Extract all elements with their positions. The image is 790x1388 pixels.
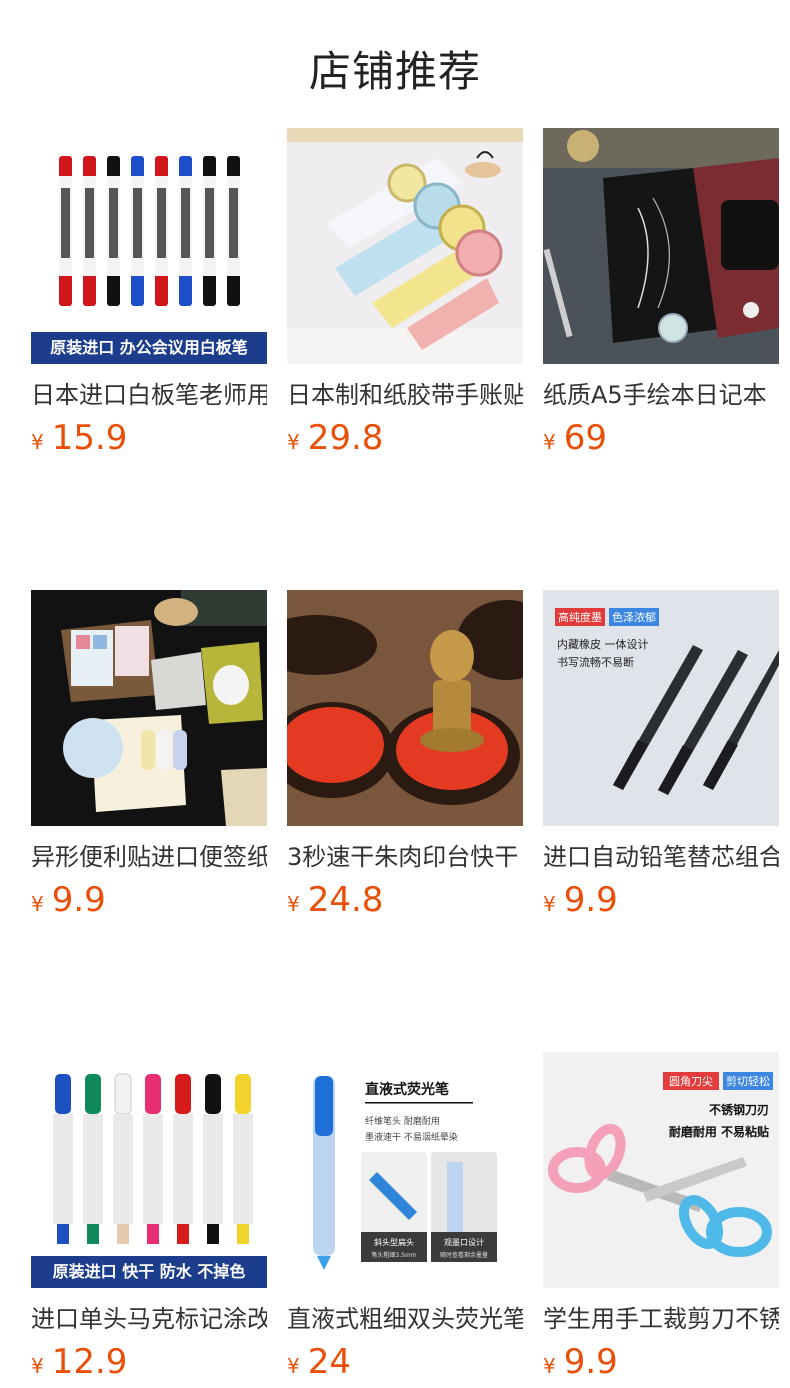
product-grid: 原装进口 办公会议用白板笔 日本进口白板笔老师用 ¥15.9 日本制和纸胶带手账… (31, 128, 779, 1382)
price-value: 9.9 (51, 880, 106, 920)
caption-text: 笔头粗细3.5mm (371, 1251, 416, 1259)
feature-text: 墨液速干 不易洇纸晕染 (365, 1131, 458, 1143)
product-banner: 原装进口 快干 防水 不掉色 (31, 1256, 267, 1288)
product-name[interactable]: 异形便利贴进口便签纸 (31, 840, 267, 874)
feature-text: 内藏橡皮 一体设计 (557, 637, 649, 651)
product-name[interactable]: 直液式粗细双头荧光笔 (287, 1302, 523, 1336)
price-value: 9.9 (563, 1342, 618, 1382)
product-image[interactable]: 高纯度墨 色泽浓郁 内藏橡皮 一体设计 书写流畅不易断 (543, 590, 779, 826)
product-image[interactable]: 圆角刀尖 剪切轻松 不锈钢刀刃 耐磨耐用 不易粘贴 (543, 1052, 779, 1288)
currency-symbol: ¥ (543, 430, 556, 454)
product-card[interactable]: 直液式荧光笔 纤维笔头 耐磨耐用 墨液速干 不易洇纸晕染 斜头型扁头 笔头粗细3… (287, 1052, 523, 1382)
product-price: ¥24.8 (287, 880, 523, 920)
product-price: ¥15.9 (31, 418, 267, 458)
page-title: 店铺推荐 (308, 47, 481, 96)
currency-symbol: ¥ (31, 1354, 44, 1378)
product-card[interactable]: 圆角刀尖 剪切轻松 不锈钢刀刃 耐磨耐用 不易粘贴 学生用手工裁剪刀不锈钢 ¥9… (543, 1052, 779, 1382)
product-price: ¥24 (287, 1342, 523, 1382)
tag-text: 色泽浓郁 (612, 610, 656, 624)
price-value: 9.9 (563, 880, 618, 920)
product-image[interactable]: 原装进口 快干 防水 不掉色 (31, 1052, 267, 1288)
price-value: 69 (563, 418, 607, 458)
price-value: 29.8 (307, 418, 384, 458)
product-card[interactable]: 原装进口 快干 防水 不掉色 进口单头马克标记涂改笔 ¥12.9 (31, 1052, 267, 1382)
product-image[interactable]: 直液式荧光笔 纤维笔头 耐磨耐用 墨液速干 不易洇纸晕染 斜头型扁头 笔头粗细3… (287, 1052, 523, 1288)
headline-text: 直液式荧光笔 (365, 1081, 449, 1098)
currency-symbol: ¥ (287, 1354, 300, 1378)
product-card[interactable]: 原装进口 办公会议用白板笔 日本进口白板笔老师用 ¥15.9 (31, 128, 267, 458)
caption-text: 随时查看剩余墨量 (440, 1251, 488, 1259)
product-image[interactable] (287, 590, 523, 826)
product-image[interactable] (31, 590, 267, 826)
currency-symbol: ¥ (287, 430, 300, 454)
product-price: ¥69 (543, 418, 779, 458)
price-value: 24.8 (307, 880, 384, 920)
product-card[interactable]: 纸质A5手绘本日记本 ¥69 (543, 128, 779, 458)
product-image[interactable]: 原装进口 办公会议用白板笔 (31, 128, 267, 364)
price-value: 12.9 (51, 1342, 128, 1382)
feature-text: 纤维笔头 耐磨耐用 (365, 1115, 440, 1127)
product-image[interactable] (287, 128, 523, 364)
product-card[interactable]: 高纯度墨 色泽浓郁 内藏橡皮 一体设计 书写流畅不易断 进口自动铅笔替芯组合 ¥… (543, 590, 779, 920)
feature-text: 耐磨耐用 不易粘贴 (669, 1124, 769, 1139)
currency-symbol: ¥ (31, 892, 44, 916)
tag-text: 剪切轻松 (726, 1074, 770, 1088)
product-name[interactable]: 学生用手工裁剪刀不锈钢 (543, 1302, 779, 1336)
product-card[interactable]: 异形便利贴进口便签纸 ¥9.9 (31, 590, 267, 920)
product-banner: 原装进口 办公会议用白板笔 (31, 332, 267, 364)
currency-symbol: ¥ (287, 892, 300, 916)
product-price: ¥9.9 (543, 880, 779, 920)
feature-text: 书写流畅不易断 (557, 655, 634, 669)
currency-symbol: ¥ (31, 430, 44, 454)
product-price: ¥9.9 (31, 880, 267, 920)
product-name[interactable]: 日本制和纸胶带手账贴纸 (287, 378, 523, 412)
product-price: ¥29.8 (287, 418, 523, 458)
price-value: 15.9 (51, 418, 128, 458)
currency-symbol: ¥ (543, 892, 556, 916)
caption-text: 斜头型扁头 (374, 1237, 414, 1247)
product-price: ¥9.9 (543, 1342, 779, 1382)
page-header: 店铺推荐 (0, 0, 790, 128)
product-name[interactable]: 纸质A5手绘本日记本 (543, 378, 779, 412)
product-name[interactable]: 进口自动铅笔替芯组合 (543, 840, 779, 874)
product-price: ¥12.9 (31, 1342, 267, 1382)
price-value: 24 (307, 1342, 351, 1382)
tag-text: 圆角刀尖 (669, 1075, 713, 1088)
caption-text: 观墨口设计 (444, 1237, 484, 1247)
product-name[interactable]: 3秒速干朱肉印台快干 (287, 840, 523, 874)
currency-symbol: ¥ (543, 1354, 556, 1378)
product-card[interactable]: 3秒速干朱肉印台快干 ¥24.8 (287, 590, 523, 920)
tag-text: 高纯度墨 (558, 610, 602, 624)
product-image[interactable] (543, 128, 779, 364)
feature-text: 不锈钢刀刃 (709, 1102, 769, 1117)
product-name[interactable]: 进口单头马克标记涂改笔 (31, 1302, 267, 1336)
product-card[interactable]: 日本制和纸胶带手账贴纸 ¥29.8 (287, 128, 523, 458)
product-name[interactable]: 日本进口白板笔老师用 (31, 378, 267, 412)
